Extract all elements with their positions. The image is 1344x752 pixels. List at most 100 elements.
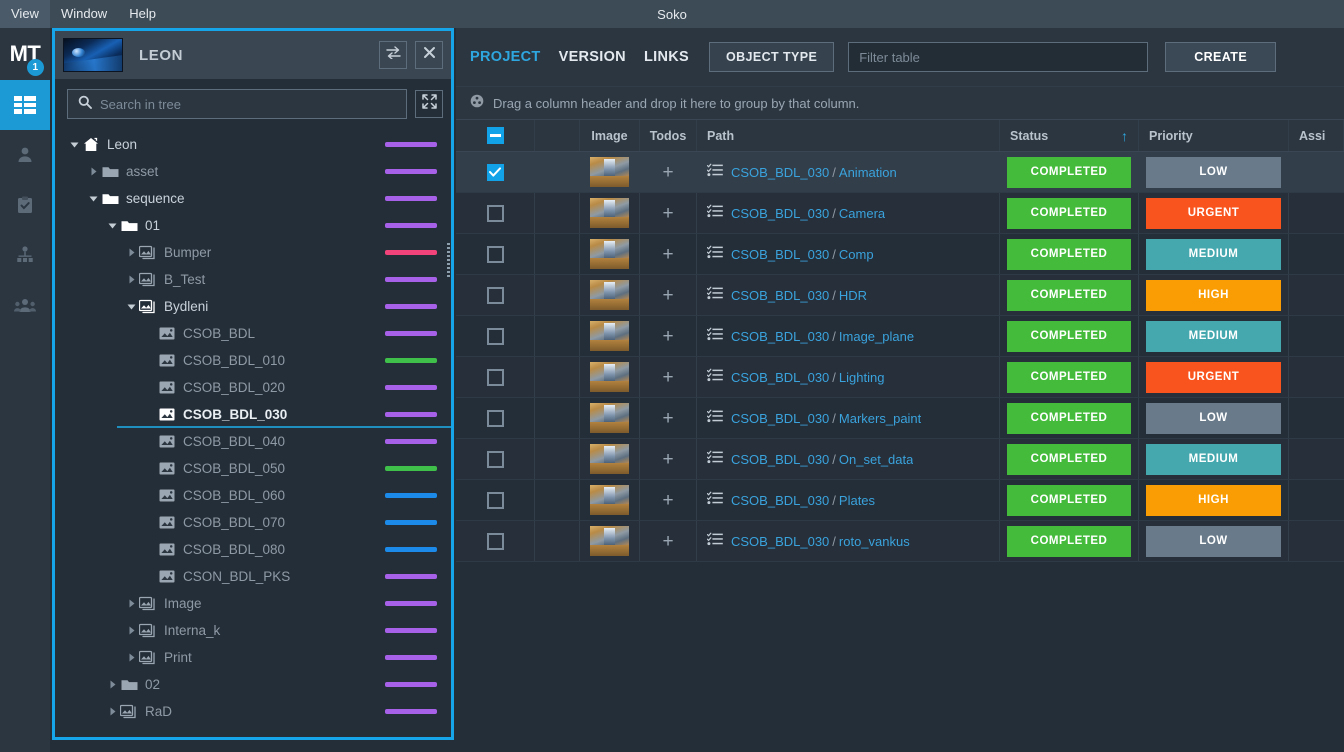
row-assignee-cell[interactable] bbox=[1289, 521, 1344, 561]
chevron-right-icon[interactable] bbox=[124, 624, 138, 638]
object-type-button[interactable]: OBJECT TYPE bbox=[708, 42, 835, 72]
header-todos[interactable]: Todos bbox=[640, 120, 697, 151]
add-todo-icon[interactable]: + bbox=[662, 204, 673, 223]
add-todo-icon[interactable]: + bbox=[662, 327, 673, 346]
row-path-cell[interactable]: CSOB_BDL_030/Lighting bbox=[697, 357, 1000, 397]
chevron-right-icon[interactable] bbox=[124, 651, 138, 665]
path-prefix[interactable]: CSOB_BDL_030 bbox=[731, 247, 829, 262]
rail-item-user[interactable] bbox=[0, 130, 50, 180]
status-badge[interactable]: COMPLETED bbox=[1007, 361, 1131, 393]
row-priority-cell[interactable]: URGENT bbox=[1139, 193, 1289, 233]
row-image-cell[interactable] bbox=[580, 316, 640, 356]
row-status-cell[interactable]: COMPLETED bbox=[1000, 480, 1139, 520]
table-row[interactable]: + CSOB_BDL_030/Plates COMPLETED HIGH bbox=[456, 480, 1344, 521]
row-priority-cell[interactable]: URGENT bbox=[1139, 357, 1289, 397]
add-todo-icon[interactable]: + bbox=[662, 368, 673, 387]
row-select-cell[interactable] bbox=[456, 480, 535, 520]
priority-badge[interactable]: LOW bbox=[1146, 156, 1281, 188]
priority-badge[interactable]: HIGH bbox=[1146, 279, 1281, 311]
chevron-down-icon[interactable] bbox=[105, 219, 119, 233]
chevron-right-icon[interactable] bbox=[124, 273, 138, 287]
row-checkbox[interactable] bbox=[486, 450, 504, 468]
row-path-cell[interactable]: CSOB_BDL_030/Comp bbox=[697, 234, 1000, 274]
tree-node-sequence[interactable]: sequence bbox=[55, 185, 451, 212]
row-todos-cell[interactable]: + bbox=[640, 152, 697, 192]
priority-badge[interactable]: URGENT bbox=[1146, 197, 1281, 229]
path-name[interactable]: Camera bbox=[839, 206, 885, 221]
table-row[interactable]: + CSOB_BDL_030/On_set_data COMPLETED MEDIUM bbox=[456, 439, 1344, 480]
row-checkbox[interactable] bbox=[486, 327, 504, 345]
path-prefix[interactable]: CSOB_BDL_030 bbox=[731, 329, 829, 344]
row-assignee-cell[interactable] bbox=[1289, 480, 1344, 520]
chevron-right-icon[interactable] bbox=[124, 246, 138, 260]
row-select-cell[interactable] bbox=[456, 316, 535, 356]
status-badge[interactable]: COMPLETED bbox=[1007, 525, 1131, 557]
row-todos-cell[interactable]: + bbox=[640, 398, 697, 438]
row-status-cell[interactable]: COMPLETED bbox=[1000, 152, 1139, 192]
path-name[interactable]: roto_vankus bbox=[839, 534, 910, 549]
path-name[interactable]: Plates bbox=[839, 493, 875, 508]
chevron-down-icon[interactable] bbox=[124, 300, 138, 314]
status-badge[interactable]: COMPLETED bbox=[1007, 238, 1131, 270]
row-todos-cell[interactable]: + bbox=[640, 234, 697, 274]
row-priority-cell[interactable]: MEDIUM bbox=[1139, 234, 1289, 274]
table-row[interactable]: + CSOB_BDL_030/Markers_paint COMPLETED LOW bbox=[456, 398, 1344, 439]
table-row[interactable]: + CSOB_BDL_030/Image_plane COMPLETED MEDIUM bbox=[456, 316, 1344, 357]
tree-node-csob-bdl[interactable]: CSOB_BDL bbox=[55, 320, 451, 347]
tree-node-csob-bdl-020[interactable]: CSOB_BDL_020 bbox=[55, 374, 451, 401]
table-row[interactable]: + CSOB_BDL_030/Camera COMPLETED URGENT bbox=[456, 193, 1344, 234]
row-path-cell[interactable]: CSOB_BDL_030/Markers_paint bbox=[697, 398, 1000, 438]
row-image-cell[interactable] bbox=[580, 193, 640, 233]
chevron-right-icon[interactable] bbox=[124, 597, 138, 611]
header-path[interactable]: Path bbox=[697, 120, 1000, 151]
add-todo-icon[interactable]: + bbox=[662, 245, 673, 264]
row-image-cell[interactable] bbox=[580, 152, 640, 192]
row-assignee-cell[interactable] bbox=[1289, 152, 1344, 192]
row-path-cell[interactable]: CSOB_BDL_030/HDR bbox=[697, 275, 1000, 315]
row-status-cell[interactable]: COMPLETED bbox=[1000, 193, 1139, 233]
tree-node-csob-bdl-030[interactable]: CSOB_BDL_030 bbox=[55, 401, 451, 428]
header-priority[interactable]: Priority bbox=[1139, 120, 1289, 151]
header-image[interactable]: Image bbox=[580, 120, 640, 151]
chevron-down-icon[interactable] bbox=[86, 192, 100, 206]
row-priority-cell[interactable]: MEDIUM bbox=[1139, 316, 1289, 356]
row-select-cell[interactable] bbox=[456, 439, 535, 479]
status-badge[interactable]: COMPLETED bbox=[1007, 156, 1131, 188]
filter-table-box[interactable] bbox=[848, 42, 1149, 72]
priority-badge[interactable]: URGENT bbox=[1146, 361, 1281, 393]
row-status-cell[interactable]: COMPLETED bbox=[1000, 234, 1139, 274]
search-in-tree-box[interactable] bbox=[67, 89, 407, 119]
row-assignee-cell[interactable] bbox=[1289, 193, 1344, 233]
tree-node-csob-bdl-040[interactable]: CSOB_BDL_040 bbox=[55, 428, 451, 455]
path-prefix[interactable]: CSOB_BDL_030 bbox=[731, 534, 829, 549]
tree-resize-handle[interactable] bbox=[447, 243, 450, 277]
add-todo-icon[interactable]: + bbox=[662, 163, 673, 182]
swap-panel-button[interactable] bbox=[379, 41, 407, 69]
row-path-cell[interactable]: CSOB_BDL_030/Plates bbox=[697, 480, 1000, 520]
row-todos-cell[interactable]: + bbox=[640, 521, 697, 561]
add-todo-icon[interactable]: + bbox=[662, 409, 673, 428]
row-checkbox[interactable] bbox=[486, 245, 504, 263]
row-path-cell[interactable]: CSOB_BDL_030/On_set_data bbox=[697, 439, 1000, 479]
app-logo[interactable]: MT 1 bbox=[0, 28, 50, 80]
row-assignee-cell[interactable] bbox=[1289, 234, 1344, 274]
rail-item-teams[interactable] bbox=[0, 280, 50, 330]
add-todo-icon[interactable]: + bbox=[662, 286, 673, 305]
add-todo-icon[interactable]: + bbox=[662, 532, 673, 551]
row-todos-cell[interactable]: + bbox=[640, 439, 697, 479]
collapse-all-button[interactable] bbox=[415, 90, 443, 118]
chevron-down-icon[interactable] bbox=[67, 138, 81, 152]
tree-node-asset[interactable]: asset bbox=[55, 158, 451, 185]
path-name[interactable]: Lighting bbox=[839, 370, 885, 385]
row-path-cell[interactable]: CSOB_BDL_030/Camera bbox=[697, 193, 1000, 233]
path-prefix[interactable]: CSOB_BDL_030 bbox=[731, 288, 829, 303]
tree-node-bydleni[interactable]: Bydleni bbox=[55, 293, 451, 320]
tree-node-image[interactable]: Image bbox=[55, 590, 451, 617]
row-status-cell[interactable]: COMPLETED bbox=[1000, 521, 1139, 561]
row-checkbox[interactable] bbox=[486, 286, 504, 304]
row-priority-cell[interactable]: HIGH bbox=[1139, 480, 1289, 520]
row-checkbox[interactable] bbox=[486, 409, 504, 427]
table-row[interactable]: + CSOB_BDL_030/HDR COMPLETED HIGH bbox=[456, 275, 1344, 316]
row-path-cell[interactable]: CSOB_BDL_030/roto_vankus bbox=[697, 521, 1000, 561]
status-badge[interactable]: COMPLETED bbox=[1007, 320, 1131, 352]
